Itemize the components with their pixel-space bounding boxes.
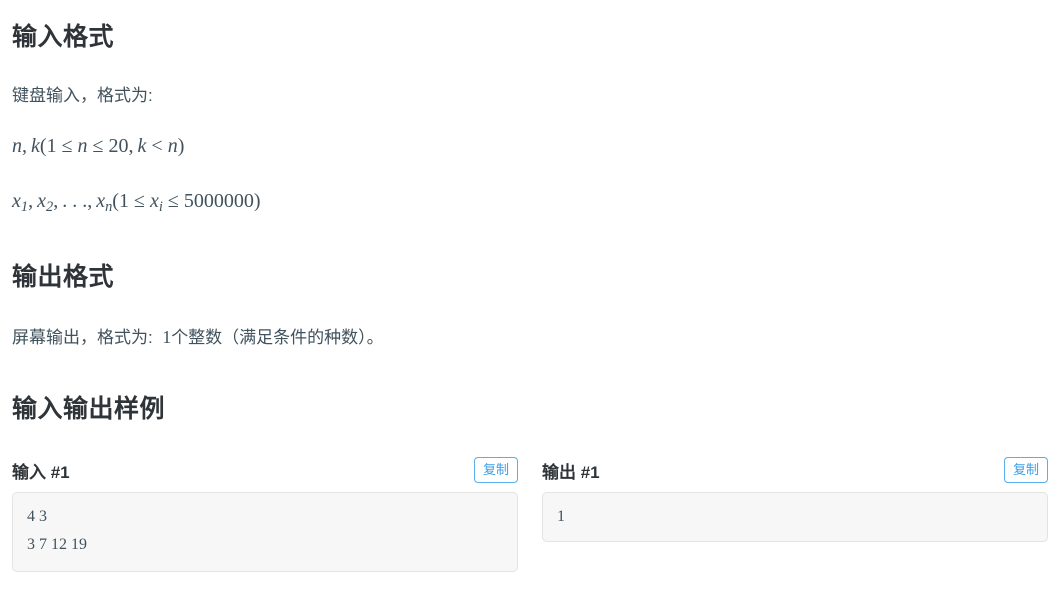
formula-leq-1: ≤ [61, 135, 73, 157]
formula-var-n: n [12, 135, 22, 157]
heading-input-format: 输入格式 [12, 23, 115, 51]
output-format-description: 屏幕输出，格式为: 1个整数（满足条件的种数）。 [12, 323, 384, 352]
sample-output-code[interactable]: 1 [542, 492, 1048, 542]
formula-var-xn: xn [96, 190, 113, 216]
formula-leq-2: ≤ [92, 135, 104, 157]
copy-sample-input-button[interactable]: 复制 [473, 457, 518, 483]
heading-output-format: 输出格式 [12, 263, 115, 291]
formula-num-1b: 1 [118, 190, 129, 212]
formula-leq-4: ≤ [167, 190, 179, 212]
output-format-text-before: 屏幕输出，格式为: [12, 328, 153, 347]
formula-comma-5: , [87, 190, 93, 212]
sample-input-title: 输入 #1 [12, 462, 70, 482]
formula-close-paren-2: ) [253, 190, 261, 212]
formula-var-n-2: n [77, 135, 88, 157]
sample-output-column: 输出 #1 复制 1 [530, 456, 1060, 572]
formula-comma-3: , [28, 190, 34, 212]
formula-x-sequence-constraints: x1, x2,. . ., xn(1 ≤ xi ≤5000000) [12, 188, 260, 217]
formula-open-paren: ( [39, 135, 47, 157]
formula-n-k-constraints: n, k(1 ≤ n ≤20, k < n) [12, 133, 184, 159]
formula-close-paren: ) [177, 135, 185, 157]
copy-sample-output-button[interactable]: 复制 [1003, 457, 1048, 483]
formula-comma-4: , [53, 190, 59, 212]
sample-output-title: 输出 #1 [542, 462, 600, 482]
formula-num-5000000: 5000000 [183, 190, 254, 212]
sample-input-header: 输入 #1 复制 [12, 456, 518, 484]
formula-open-paren-2: ( [112, 190, 119, 212]
formula-num-1: 1 [46, 135, 57, 157]
heading-samples: 输入输出样例 [12, 395, 166, 423]
formula-comma: , [22, 135, 27, 157]
input-format-description: 键盘输入，格式为: [12, 86, 153, 105]
formula-comma-2: , [128, 135, 134, 157]
output-format-count: 1 [162, 327, 172, 347]
output-format-text-after: 个整数（满足条件的种数）。 [171, 328, 384, 347]
samples-row: 输入 #1 复制 4 3 3 7 12 19 输出 #1 复制 1 [0, 456, 1060, 572]
formula-var-k: k [31, 135, 40, 157]
problem-statement-page: 输入格式 键盘输入，格式为: n, k(1 ≤ n ≤20, k < n) x1, x2,. .… [0, 0, 1060, 598]
sample-input-column: 输入 #1 复制 4 3 3 7 12 19 [0, 456, 530, 572]
formula-var-x2: x2 [37, 190, 54, 216]
formula-var-xi: xi [149, 190, 163, 216]
formula-lt: < [151, 135, 163, 157]
formula-var-x1: x1 [12, 190, 29, 216]
formula-var-n-3: n [167, 135, 178, 157]
formula-num-20: 20 [108, 135, 129, 157]
formula-ellipsis: . . . [62, 190, 88, 212]
sample-output-header: 输出 #1 复制 [542, 456, 1048, 484]
sample-input-code[interactable]: 4 3 3 7 12 19 [12, 492, 518, 572]
formula-leq-3: ≤ [133, 190, 145, 212]
